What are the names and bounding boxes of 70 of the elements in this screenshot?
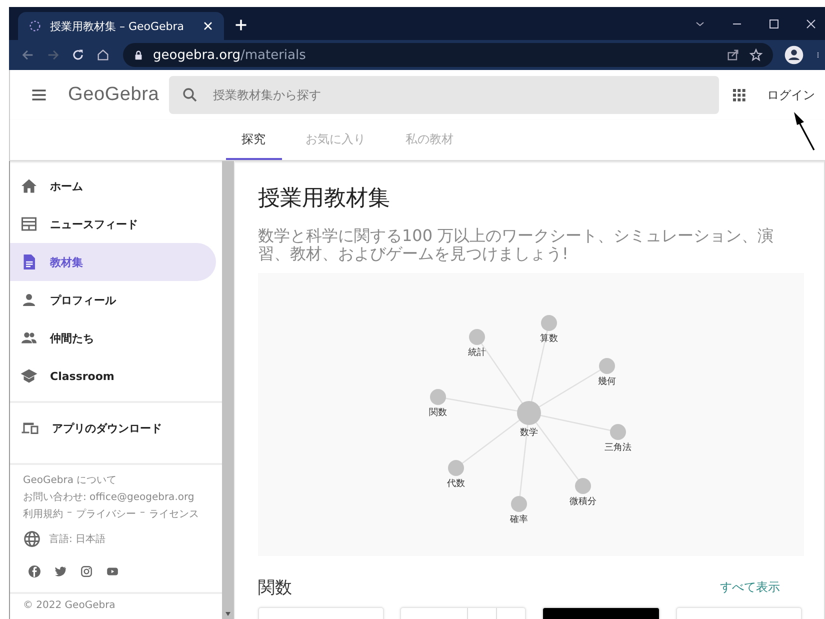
- profile-icon[interactable]: [784, 45, 804, 65]
- topic-label[interactable]: 幾何: [598, 377, 616, 387]
- person-icon: [20, 291, 38, 309]
- share-icon[interactable]: [726, 48, 740, 62]
- graduation-cap-icon: [20, 367, 38, 385]
- search-field[interactable]: 授業教材集から探す: [169, 76, 720, 114]
- topic-label[interactable]: 統計: [468, 348, 486, 358]
- topic-label[interactable]: 三角法: [604, 443, 632, 453]
- topic-node[interactable]: [469, 329, 485, 345]
- topic-label[interactable]: 微積分: [570, 497, 596, 507]
- scroll-down-icon[interactable]: [224, 611, 232, 617]
- globe-icon[interactable]: [23, 530, 41, 548]
- footer-link[interactable]: ライセンス: [149, 507, 199, 521]
- apps-grid-icon[interactable]: [731, 87, 748, 103]
- topic-label[interactable]: 関数: [429, 408, 447, 418]
- logo[interactable]: GeoGebra: [68, 84, 160, 106]
- plus-icon[interactable]: [234, 18, 248, 32]
- topic-label[interactable]: 確率: [510, 515, 528, 525]
- topic-node[interactable]: [599, 358, 615, 374]
- home-icon[interactable]: [96, 48, 110, 62]
- topic-label[interactable]: 代数: [447, 479, 465, 489]
- login-link[interactable]: ログイン: [767, 86, 816, 104]
- separator: –: [140, 507, 145, 520]
- page-description: 数学と科学に関する100 万以上のワークシート、シミュレーション、演習、教材、およびゲームを見つけましょう!: [258, 227, 775, 263]
- sidebar-item[interactable]: Classroom: [10, 357, 216, 395]
- sidebar-item[interactable]: プロフィール: [10, 281, 216, 319]
- footer-link[interactable]: お問い合わせ: office@geogebra.org: [23, 490, 222, 504]
- language-link[interactable]: 言語: 日本語: [49, 532, 106, 546]
- topic-node[interactable]: [448, 460, 464, 476]
- twitter-icon[interactable]: [54, 565, 67, 578]
- loading-icon: [28, 19, 42, 33]
- back-icon[interactable]: [21, 48, 35, 62]
- topic-node[interactable]: [517, 401, 541, 425]
- sidebar-item[interactable]: 仲間たち: [10, 319, 216, 357]
- sidebar-item[interactable]: ニュースフィード: [10, 205, 216, 243]
- url-text: geogebra.org/materials: [153, 48, 306, 62]
- page-title: 授業用教材集: [258, 185, 391, 213]
- youtube-icon[interactable]: [106, 565, 119, 578]
- topic-node[interactable]: [541, 315, 557, 331]
- close-icon[interactable]: [805, 18, 817, 30]
- reload-icon[interactable]: [71, 48, 85, 62]
- home-icon: [20, 177, 38, 195]
- sidebar-item[interactable]: 教材集: [10, 243, 216, 281]
- address-bar[interactable]: geogebra.org/materials: [123, 43, 773, 67]
- instagram-icon[interactable]: [80, 565, 93, 578]
- tab-title: 授業用教材集 – GeoGebra: [50, 18, 186, 34]
- footer-link[interactable]: 利用規約: [23, 507, 63, 521]
- separator: –: [67, 507, 72, 520]
- page-tab[interactable]: 探究: [226, 120, 282, 160]
- footer-link[interactable]: プライバシー: [76, 507, 136, 521]
- newsfeed-icon: [20, 215, 38, 233]
- star-icon[interactable]: [749, 48, 763, 62]
- topic-node[interactable]: [430, 389, 446, 405]
- sidebar-item[interactable]: ホーム: [10, 167, 216, 205]
- topic-label[interactable]: 数学: [520, 428, 538, 438]
- topic-node[interactable]: [511, 496, 527, 512]
- section-title: 関数: [258, 577, 292, 599]
- topic-label[interactable]: 算数: [540, 334, 558, 344]
- lock-icon: [133, 50, 144, 60]
- footer-link[interactable]: GeoGebra について: [23, 473, 222, 487]
- topic-node[interactable]: [610, 424, 626, 440]
- copyright-text: © 2022 GeoGebra: [22, 600, 116, 611]
- sidebar-item[interactable]: アプリのダウンロード: [10, 409, 216, 447]
- facebook-icon[interactable]: [28, 565, 41, 578]
- maximize-icon[interactable]: [768, 18, 780, 30]
- search-icon: [181, 86, 200, 104]
- scrollbar[interactable]: [222, 161, 234, 619]
- show-all-link[interactable]: すべて表示: [720, 579, 780, 596]
- browser-tab[interactable]: 授業用教材集 – GeoGebra: [18, 12, 224, 40]
- topic-node[interactable]: [575, 478, 591, 494]
